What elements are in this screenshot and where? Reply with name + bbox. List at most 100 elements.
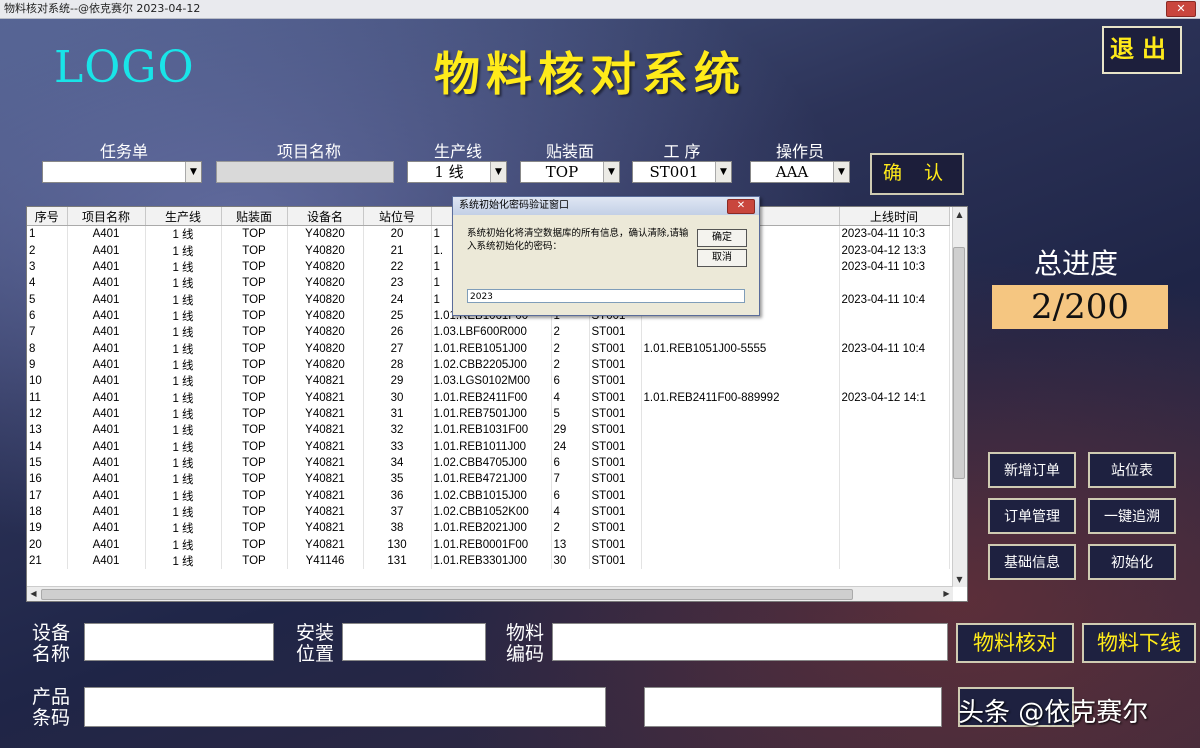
window-close-button[interactable]: ✕: [1166, 1, 1196, 17]
table-cell: 1.01.REB4721J00: [431, 471, 552, 488]
table-row[interactable]: 16 A401 1 线 TOP Y40821 35 1.01.REB4721J00 7 ST00…: [27, 471, 950, 488]
table-cell: 1.01.REB2411F00-889992: [641, 389, 840, 406]
device-name-input[interactable]: [84, 623, 274, 661]
operator-select-value: AAA: [775, 163, 809, 181]
column-header[interactable]: 生产线: [145, 207, 222, 226]
basic-info-button[interactable]: 基础信息: [988, 544, 1076, 580]
product-barcode-input[interactable]: [84, 687, 606, 727]
app-title: 物料核对系统: [434, 47, 746, 101]
table-row[interactable]: 17 A401 1 线 TOP Y40821 36 1.02.CBB1015J00 6 ST00…: [27, 487, 950, 504]
operator-select[interactable]: AAA ▼: [750, 161, 850, 183]
table-row[interactable]: 11 A401 1 线 TOP Y40821 30 1.01.REB2411F00 4 ST00…: [27, 389, 950, 406]
table-row[interactable]: 18 A401 1 线 TOP Y40821 37 1.02.CBB1052K00 4 ST00…: [27, 503, 950, 521]
table-cell: [641, 422, 840, 439]
table-row[interactable]: 20 A401 1 线 TOP Y40821 130 1.01.REB0001F00 13 ST…: [27, 536, 950, 553]
table-cell: TOP: [221, 438, 288, 455]
process-select[interactable]: ST001 ▼: [632, 161, 732, 183]
table-cell: ST001: [589, 487, 642, 504]
dialog-cancel-button[interactable]: 取消: [697, 249, 747, 267]
table-cell: ST001: [589, 324, 642, 341]
horizontal-scrollbar[interactable]: ◀ ▶: [27, 586, 953, 601]
table-cell: A401: [67, 373, 146, 390]
task-label: 任务单: [99, 142, 148, 161]
table-cell: Y40820: [287, 291, 364, 308]
table-row[interactable]: 10 A401 1 线 TOP Y40821 29 1.03.LGS0102M00 6 ST00…: [27, 373, 950, 390]
side-select[interactable]: TOP ▼: [520, 161, 620, 183]
trace-button[interactable]: 一键追溯: [1088, 498, 1176, 534]
table-cell: 1 线: [145, 356, 222, 374]
table-cell: Y40821: [287, 438, 364, 455]
table-cell: 1 线: [145, 503, 222, 521]
horizontal-scroll-thumb[interactable]: [41, 589, 853, 600]
table-cell: A401: [67, 487, 146, 504]
table-cell: 1: [27, 225, 68, 243]
table-cell: 2023-04-11 10:4: [839, 291, 950, 308]
column-header[interactable]: 站位号: [363, 207, 432, 226]
table-cell: 7: [551, 471, 590, 488]
table-cell: 29: [363, 373, 432, 390]
dialog-ok-button[interactable]: 确定: [697, 229, 747, 247]
table-cell: 1 线: [145, 471, 222, 488]
vertical-scrollbar[interactable]: ▲ ▼: [952, 207, 967, 587]
line-select[interactable]: 1 线 ▼: [407, 161, 507, 183]
material-offline-button[interactable]: 物料下线: [1082, 623, 1196, 663]
progress-value: 2/200: [992, 285, 1168, 329]
station-table-button[interactable]: 站位表: [1088, 452, 1176, 488]
project-label: 项目名称: [276, 142, 341, 161]
chevron-down-icon[interactable]: ▼: [490, 162, 506, 182]
scroll-right-icon[interactable]: ▶: [940, 587, 953, 600]
table-cell: [839, 275, 950, 292]
table-row[interactable]: 12 A401 1 线 TOP Y40821 31 1.01.REB7501J00 5 ST00…: [27, 405, 950, 423]
table-cell: 1 线: [145, 242, 222, 259]
dialog-password-input[interactable]: 2023: [467, 289, 745, 303]
secondary-input[interactable]: [644, 687, 942, 727]
confirm-button[interactable]: 确 认: [870, 153, 964, 195]
new-order-button[interactable]: 新增订单: [988, 452, 1076, 488]
scroll-left-icon[interactable]: ◀: [27, 587, 40, 600]
chevron-down-icon[interactable]: ▼: [715, 162, 731, 182]
task-select[interactable]: ▼: [42, 161, 202, 183]
column-header[interactable]: 上线时间: [839, 207, 950, 226]
table-row[interactable]: 21 A401 1 线 TOP Y41146 131 1.01.REB3301J00 30 ST…: [27, 552, 950, 570]
table-cell: [641, 487, 840, 504]
table-row[interactable]: 9 A401 1 线 TOP Y40820 28 1.02.CBB2205J00 2 ST001: [27, 356, 950, 374]
chevron-down-icon[interactable]: ▼: [185, 162, 201, 182]
table-row[interactable]: 8 A401 1 线 TOP Y40820 27 1.01.REB1051J00 2 ST001…: [27, 340, 950, 357]
table-cell: A401: [67, 552, 146, 570]
position-input[interactable]: [342, 623, 486, 661]
side-select-value: TOP: [545, 163, 579, 181]
table-cell: Y40821: [287, 405, 364, 423]
init-button[interactable]: 初始化: [1088, 544, 1176, 580]
table-cell: 35: [363, 471, 432, 488]
column-header[interactable]: 项目名称: [67, 207, 146, 226]
table-cell: 1 线: [145, 405, 222, 423]
table-cell: ST001: [589, 552, 642, 570]
scroll-down-icon[interactable]: ▼: [953, 573, 966, 586]
table-cell: A401: [67, 258, 146, 276]
table-cell: 18: [27, 503, 68, 521]
dialog-close-button[interactable]: ✕: [727, 199, 755, 214]
table-cell: A401: [67, 275, 146, 292]
exit-button[interactable]: 退出: [1102, 26, 1182, 74]
table-row[interactable]: 15 A401 1 线 TOP Y40821 34 1.02.CBB4705J00 6 ST00…: [27, 454, 950, 472]
vertical-scroll-thumb[interactable]: [953, 247, 965, 479]
column-header[interactable]: 贴装面: [221, 207, 288, 226]
chevron-down-icon[interactable]: ▼: [603, 162, 619, 182]
table-row[interactable]: 13 A401 1 线 TOP Y40821 32 1.01.REB1031F00 29 ST0…: [27, 422, 950, 439]
table-cell: 1 线: [145, 552, 222, 570]
column-header[interactable]: 设备名: [287, 207, 364, 226]
table-cell: 5: [551, 405, 590, 423]
table-row[interactable]: 19 A401 1 线 TOP Y40821 38 1.01.REB2021J00 2 ST00…: [27, 520, 950, 537]
device-name-label: 设备 名称: [32, 622, 71, 665]
table-cell: A401: [67, 471, 146, 488]
order-management-button[interactable]: 订单管理: [988, 498, 1076, 534]
table-row[interactable]: 7 A401 1 线 TOP Y40820 26 1.03.LBF600R000 2 ST001: [27, 324, 950, 341]
table-cell: 16: [27, 471, 68, 488]
scroll-up-icon[interactable]: ▲: [953, 208, 966, 221]
table-row[interactable]: 14 A401 1 线 TOP Y40821 33 1.01.REB1011J00 24 ST0…: [27, 438, 950, 455]
material-check-button[interactable]: 物料核对: [956, 623, 1074, 663]
column-header[interactable]: 序号: [27, 207, 68, 226]
table-cell: 21: [363, 242, 432, 259]
material-code-input[interactable]: [552, 623, 948, 661]
chevron-down-icon[interactable]: ▼: [833, 162, 849, 182]
